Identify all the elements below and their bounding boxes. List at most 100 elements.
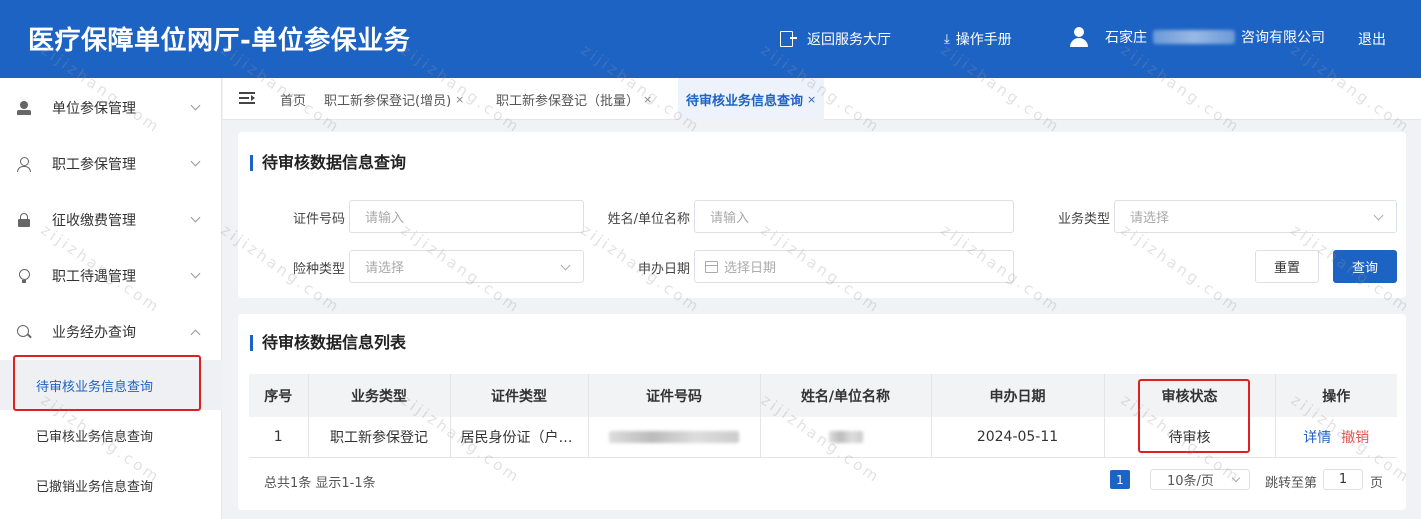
page-unit-label: 页 xyxy=(1370,476,1384,491)
user-icon xyxy=(1069,27,1089,47)
col-header-biz-type: 业务类型 xyxy=(308,374,451,417)
name-redacted xyxy=(828,430,863,443)
menu-fold-icon[interactable] xyxy=(239,92,255,105)
apply-date-placeholder: 选择日期 xyxy=(724,261,777,276)
query-panel-title: 待审核数据信息查询 xyxy=(250,155,406,171)
logout-button[interactable]: 退出 xyxy=(1358,29,1386,49)
company-suffix: 咨询有限公司 xyxy=(1241,30,1325,46)
cert-no-placeholder: 请输入 xyxy=(365,211,405,226)
insurance-type-label: 险种类型 xyxy=(292,262,345,277)
cell-actions: 详情 撤销 xyxy=(1275,417,1397,458)
insurance-type-placeholder: 请选择 xyxy=(365,261,405,276)
jump-page-input[interactable]: 1 xyxy=(1323,469,1363,490)
reset-button[interactable]: 重置 xyxy=(1255,250,1319,283)
tab-new-enrollment[interactable]: 职工新参保登记(增员) × xyxy=(324,78,464,120)
chevron-down-icon xyxy=(190,212,201,223)
calendar-icon xyxy=(705,260,718,273)
back-to-hall-link[interactable]: 返回服务大厅 xyxy=(780,29,891,49)
company-name-redacted xyxy=(1153,30,1235,44)
user-info: 石家庄 咨询有限公司 xyxy=(1069,27,1325,47)
tab-batch-enrollment[interactable]: 职工新参保登记（批量） × xyxy=(496,78,652,120)
sidebar-item-employee-insurance[interactable]: 职工参保管理 xyxy=(0,136,222,192)
page-size-value: 10条/页 xyxy=(1167,474,1214,489)
jump-label: 跳转至第 xyxy=(1265,476,1318,491)
biz-type-placeholder: 请选择 xyxy=(1130,211,1170,226)
col-header-cert-type: 证件类型 xyxy=(450,374,589,417)
chevron-up-icon xyxy=(190,329,201,340)
sidebar-subitem-reviewed[interactable]: 已审核业务信息查询 xyxy=(0,410,222,460)
sidebar-item-business-query[interactable]: 业务经办查询 xyxy=(0,304,222,360)
col-header-index: 序号 xyxy=(249,374,309,417)
col-header-cert-no: 证件号码 xyxy=(588,374,761,417)
tab-label: 职工新参保登记(增员) xyxy=(324,93,452,109)
sidebar-item-label: 职工参保管理 xyxy=(52,157,136,173)
chevron-down-icon xyxy=(1373,210,1384,221)
col-header-name: 姓名/单位名称 xyxy=(760,374,932,417)
close-icon[interactable]: × xyxy=(807,93,816,106)
person-icon xyxy=(17,101,31,115)
tab-home[interactable]: 首页 xyxy=(280,78,306,120)
cell-apply-date: 2024-05-11 xyxy=(931,417,1105,458)
insurance-type-select[interactable]: 请选择 xyxy=(349,250,584,283)
revoke-link[interactable]: 撤销 xyxy=(1341,430,1369,446)
biz-type-select[interactable]: 请选择 xyxy=(1114,200,1397,233)
sidebar-subitem-revoked[interactable]: 已撤销业务信息查询 xyxy=(0,460,222,510)
close-icon[interactable]: × xyxy=(455,93,464,106)
sidebar-subitem-label: 已审核业务信息查询 xyxy=(36,429,154,445)
tab-label: 职工新参保登记（批量） xyxy=(496,93,640,109)
exit-door-icon xyxy=(780,31,797,47)
bulb-icon xyxy=(17,269,31,283)
chevron-down-icon xyxy=(190,268,201,279)
pagination-summary: 总共1条 显示1-1条 xyxy=(264,476,376,491)
apply-date-picker[interactable]: 选择日期 xyxy=(694,250,1014,283)
col-header-actions: 操作 xyxy=(1275,374,1397,417)
sidebar-item-benefits[interactable]: 职工待遇管理 xyxy=(0,248,222,304)
sidebar-item-label: 职工待遇管理 xyxy=(52,269,136,285)
tab-label: 首页 xyxy=(280,93,307,109)
cell-biz-type: 职工新参保登记 xyxy=(308,417,451,458)
lock-icon xyxy=(17,213,31,227)
user-outline-icon xyxy=(17,157,31,172)
highlight-box-sidebar xyxy=(13,355,201,411)
cert-no-label: 证件号码 xyxy=(292,212,345,227)
sidebar-item-unit-insurance[interactable]: 单位参保管理 xyxy=(0,80,222,136)
cell-cert-no xyxy=(588,417,761,458)
manual-label: 操作手册 xyxy=(955,32,1012,48)
chevron-down-icon xyxy=(560,260,571,271)
tab-bar: 首页 职工新参保登记(增员) × 职工新参保登记（批量） × 待审核业务信息查询… xyxy=(223,78,1421,120)
col-header-apply-date: 申办日期 xyxy=(931,374,1105,417)
name-label: 姓名/单位名称 xyxy=(607,212,690,227)
cell-index: 1 xyxy=(249,417,309,458)
chevron-down-icon xyxy=(1231,473,1241,483)
sidebar-item-label: 单位参保管理 xyxy=(52,101,136,117)
manual-link[interactable]: ⤓ 操作手册 xyxy=(944,29,1012,49)
logout-label: 退出 xyxy=(1358,32,1386,48)
sidebar-item-collection[interactable]: 征收缴费管理 xyxy=(0,192,222,248)
sidebar-item-label: 业务经办查询 xyxy=(52,325,136,341)
app-title: 医疗保障单位网厅-单位参保业务 xyxy=(28,26,411,56)
app-header: 医疗保障单位网厅-单位参保业务 返回服务大厅 ⤓ 操作手册 石家庄 咨询有限公司… xyxy=(0,0,1421,78)
page-button-current[interactable]: 1 xyxy=(1110,470,1130,489)
detail-link[interactable]: 详情 xyxy=(1303,430,1331,446)
sidebar-item-label: 征收缴费管理 xyxy=(52,213,136,229)
search-icon xyxy=(17,325,31,339)
cert-no-redacted xyxy=(609,430,739,443)
name-input[interactable]: 请输入 xyxy=(694,200,1014,233)
back-to-hall-label: 返回服务大厅 xyxy=(807,32,891,48)
apply-date-label: 申办日期 xyxy=(637,262,690,277)
highlight-box-status xyxy=(1138,379,1250,453)
page-size-select[interactable]: 10条/页 xyxy=(1150,469,1250,490)
tab-pending-query[interactable]: 待审核业务信息查询 × xyxy=(678,78,825,120)
chevron-down-icon xyxy=(190,156,201,167)
biz-type-label: 业务类型 xyxy=(1057,212,1110,227)
download-icon: ⤓ xyxy=(944,31,950,47)
name-placeholder: 请输入 xyxy=(710,211,750,226)
company-prefix: 石家庄 xyxy=(1105,30,1147,46)
close-icon[interactable]: × xyxy=(643,93,652,106)
search-button[interactable]: 查询 xyxy=(1333,250,1397,283)
cert-no-input[interactable]: 请输入 xyxy=(349,200,584,233)
list-panel-title: 待审核数据信息列表 xyxy=(250,335,406,351)
cell-cert-type: 居民身份证（户… xyxy=(450,417,589,458)
tab-label: 待审核业务信息查询 xyxy=(686,93,804,109)
chevron-down-icon xyxy=(190,100,201,111)
